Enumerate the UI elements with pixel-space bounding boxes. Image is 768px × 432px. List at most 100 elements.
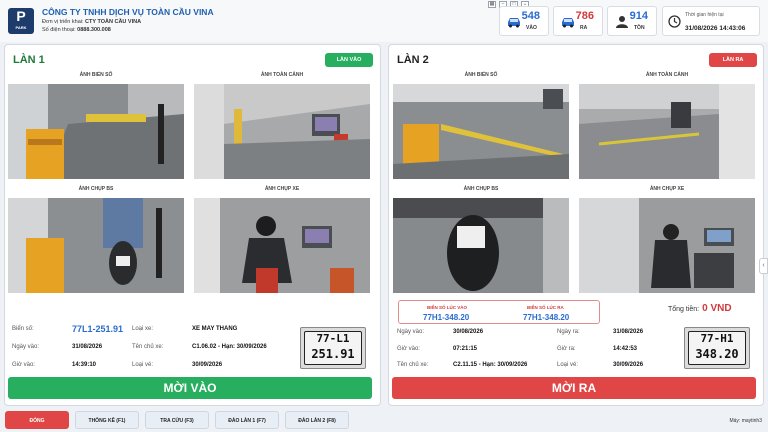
lane-2-date-out-value: 31/08/2026 [613, 329, 644, 335]
lane-2-time-out-value: 14:42:53 [613, 346, 638, 352]
lane-1-title: LÀN 1 [13, 54, 45, 66]
swap-lane-2-button[interactable]: ĐẢO LÀN 2 (F8) [285, 411, 349, 429]
total-label: Tổng tiền: [668, 306, 700, 313]
company-name: CÔNG TY TNHH DỊCH VỤ TOÀN CẦU VINA [42, 7, 214, 17]
stat-remain-value: 914 [629, 10, 648, 22]
lane-1-plate-label: Biển số: [12, 326, 34, 332]
lane-1-info: Biển số: 77L1-251.91 Ngày vào: 31/08/202… [12, 322, 302, 372]
allow-exit-button[interactable]: MỜI RA [392, 377, 756, 399]
lane-2-time-in-label: Giờ vào: [397, 346, 420, 352]
lane-1-time-value: 14:39:10 [72, 362, 97, 368]
clock: Thời gian hiện tại 31/08/2026 14:43:06 [662, 6, 760, 36]
plate-out-label: BIỂN SỐ LÚC RA [527, 305, 564, 310]
phone-value: 0888.300.008 [77, 27, 111, 33]
lane-1-ticket-type-label: Loại vé: [132, 362, 154, 368]
stat-remain: 914 TỒN [607, 6, 657, 36]
lane-2-owner-label: Tên chủ xe: [397, 362, 429, 368]
swap-lane-1-button[interactable]: ĐẢO LÀN 1 (F7) [215, 411, 279, 429]
lane-1-plate-image: 77-L1 251.91 [300, 327, 366, 369]
lane-2-info: Ngày vào: 30/08/2026 Giờ vào: 07:21:15 T… [397, 329, 682, 374]
plate-in-value: 77H1-348.20 [423, 313, 470, 322]
clock-label: Thời gian hiện tại [685, 12, 724, 18]
lane-2-owner-value: C2.11.15 - Hạn: 30/09/2026 [453, 362, 528, 368]
lane-1-ticket-type-value: 30/09/2026 [192, 362, 223, 368]
person-icon [616, 16, 628, 28]
lane-2-time-in-value: 07:21:15 [453, 346, 478, 352]
lane-1-mode-button[interactable]: LÀN VÀO [325, 53, 373, 67]
lane-2-plate-image-line1: 77-H1 [700, 332, 734, 345]
lane-1-vehicle-type-label: Loại xe: [132, 326, 154, 332]
lane-2-caption-vehicle-shot: ẢNH CHỤP XE [649, 186, 685, 192]
lane-2-title: LÀN 2 [397, 54, 429, 66]
lane-1-plate-camera [8, 84, 184, 179]
stat-out-value: 786 [575, 10, 594, 22]
lane-2-date-in-label: Ngày vào: [397, 329, 425, 335]
lane-2-ticket-type-value: 30/09/2026 [613, 362, 644, 368]
lane-2-mode-button[interactable]: LÀN RA [709, 53, 757, 67]
lane-2-overview-camera [579, 84, 755, 179]
footer-bar: ĐÓNG THỐNG KÊ (F1) TRA CỨU (F3) ĐẢO LÀN … [0, 408, 768, 432]
stat-out-label: RA [580, 25, 588, 31]
stat-in-value: 548 [521, 10, 540, 22]
total-amount: Tổng tiền: 0 VND [668, 303, 732, 314]
lane-2-vehicle-shot-camera [579, 198, 755, 293]
phone-label: Số điện thoại: [42, 27, 76, 33]
header: P PARK CÔNG TY TNHH DỊCH VỤ TOÀN CẦU VIN… [0, 0, 768, 42]
logo-sub: PARK [15, 25, 27, 30]
close-button[interactable]: ĐÓNG [5, 411, 69, 429]
lane-2-plate-shot-camera [393, 198, 569, 293]
lane-1-caption-vehicle-shot: ẢNH CHỤP XE [264, 186, 300, 192]
machine-name: Máy: maytinh3 [729, 418, 762, 424]
lookup-button[interactable]: TRA CỨU (F3) [145, 411, 209, 429]
lane-2-caption-plate: ẢNH BIỂN SỐ [464, 72, 498, 78]
lane-1-plate-image-line2: 251.91 [311, 347, 355, 361]
lane-2-date-in-value: 30/08/2026 [453, 329, 484, 335]
lane-1-caption-overview: ẢNH TOÀN CẢNH [260, 72, 304, 78]
lane-2-plate-image: 77-H1 348.20 [684, 327, 750, 369]
lane-2-date-out-label: Ngày ra: [557, 329, 580, 335]
lane-1-vehicle-shot-camera [194, 198, 370, 293]
company-logo: P PARK [8, 8, 34, 34]
total-value: 0 VND [702, 303, 732, 314]
operator-value: CTY TOÀN CẦU VINA [85, 19, 142, 25]
lane-1-owner-label: Tên chủ xe: [132, 344, 164, 350]
stat-out: 786 RA [553, 6, 603, 36]
stat-in-label: VÀO [526, 25, 537, 31]
lane-2-ticket-type-label: Loại vé: [557, 362, 579, 368]
car-in-icon [508, 18, 520, 28]
lane-1-plate-image-line1: 77-L1 [316, 332, 350, 345]
lane-1-caption-plate-shot: ẢNH CHỤP BS [78, 186, 114, 192]
clock-value: 31/08/2026 14:43:06 [685, 25, 746, 32]
stat-in: 548 VÀO [499, 6, 549, 36]
lane-2-time-out-label: Giờ ra: [557, 346, 576, 352]
operator-label: Đơn vị triển khai: [42, 19, 84, 25]
lane-1-plate-value: 77L1-251.91 [72, 324, 124, 334]
lane-1-date-label: Ngày vào: [12, 344, 40, 350]
lane-2-caption-overview: ẢNH TOÀN CẢNH [645, 72, 689, 78]
plate-compare: BIỂN SỐ LÚC VÀO 77H1-348.20 BIỂN SỐ LÚC … [398, 300, 600, 324]
lane-1-time-label: Giờ vào: [12, 362, 35, 368]
company-info: CÔNG TY TNHH DỊCH VỤ TOÀN CẦU VINA Đơn v… [42, 7, 214, 33]
lane-1-vehicle-type-value: XE MAY THANG [192, 326, 238, 332]
plate-out-value: 77H1-348.20 [523, 313, 570, 322]
statistics-button[interactable]: THỐNG KÊ (F1) [75, 411, 139, 429]
car-out-icon [562, 18, 574, 28]
lane-1-date-value: 31/08/2026 [72, 344, 103, 350]
side-panel-toggle[interactable]: ‹ [759, 258, 768, 274]
lane-1-caption-plate: ẢNH BIỂN SỐ [79, 72, 113, 78]
allow-entry-button[interactable]: MỜI VÀO [8, 377, 372, 399]
lane-1-overview-camera [194, 84, 370, 179]
lane-1-plate-shot-camera [8, 198, 184, 293]
grid-icon[interactable]: ▦ [488, 1, 496, 8]
clock-icon [668, 15, 681, 28]
chevron-left-icon: ‹ [762, 262, 765, 269]
lane-1-owner-value: C1.06.02 - Hạn: 30/09/2026 [192, 344, 267, 350]
lane-2-plate-image-line2: 348.20 [695, 347, 739, 361]
phone-line: Số điện thoại: 0888.300.008 [42, 27, 214, 33]
logo-letter: P [16, 8, 26, 24]
plate-in-label: BIỂN SỐ LÚC VÀO [427, 305, 468, 310]
lane-2-caption-plate-shot: ẢNH CHỤP BS [463, 186, 499, 192]
stat-remain-label: TỒN [634, 25, 645, 31]
lane-2-plate-camera [393, 84, 569, 179]
operator-line: Đơn vị triển khai: CTY TOÀN CẦU VINA [42, 19, 214, 25]
